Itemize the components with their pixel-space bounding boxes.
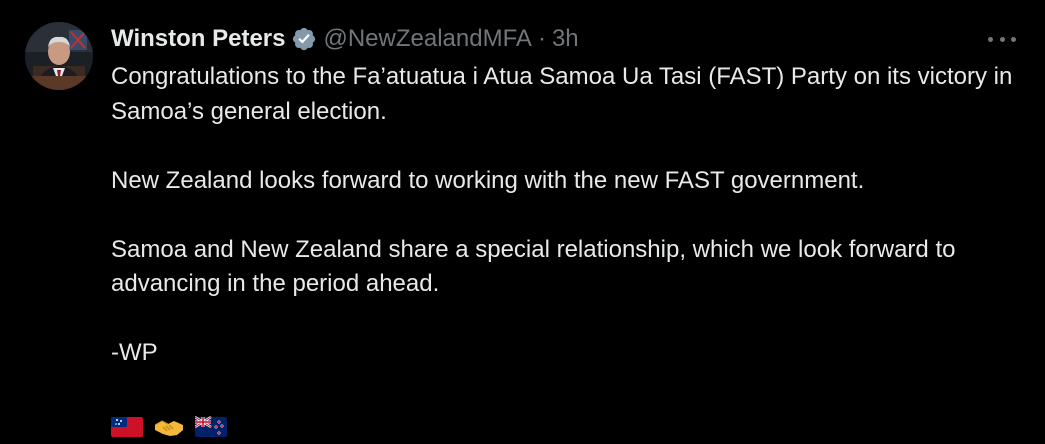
more-dots-icon[interactable] (988, 30, 1016, 48)
avatar[interactable] (25, 22, 93, 90)
dot (999, 36, 1005, 42)
flag-new-zealand-icon (194, 415, 227, 439)
tweet-signature: -WP (111, 339, 158, 366)
tweet-header: Winston Peters @NewZealandMFA · 3h (111, 24, 579, 54)
verified-badge-icon[interactable] (291, 26, 317, 52)
tweet-paragraph: Congratulations to the Fa’atuatua i Atua… (111, 63, 1013, 125)
tweet[interactable]: Winston Peters @NewZealandMFA · 3h Congr… (0, 0, 1045, 444)
display-name[interactable]: Winston Peters (111, 25, 285, 53)
timestamp[interactable]: 3h (552, 25, 579, 53)
separator: · (537, 25, 546, 52)
user-handle[interactable]: @NewZealandMFA (323, 25, 531, 53)
dot (1011, 36, 1016, 42)
avatar-image (25, 22, 93, 90)
flag-samoa-icon (111, 415, 143, 439)
handshake-icon (153, 415, 185, 439)
emoji-row (111, 414, 237, 440)
tweet-text: Congratulations to the Fa’atuatua i Atua… (111, 60, 1021, 371)
dot (988, 36, 993, 42)
tweet-paragraph: Samoa and New Zealand share a special re… (111, 235, 956, 298)
tweet-paragraph: New Zealand looks forward to working wit… (111, 166, 865, 194)
